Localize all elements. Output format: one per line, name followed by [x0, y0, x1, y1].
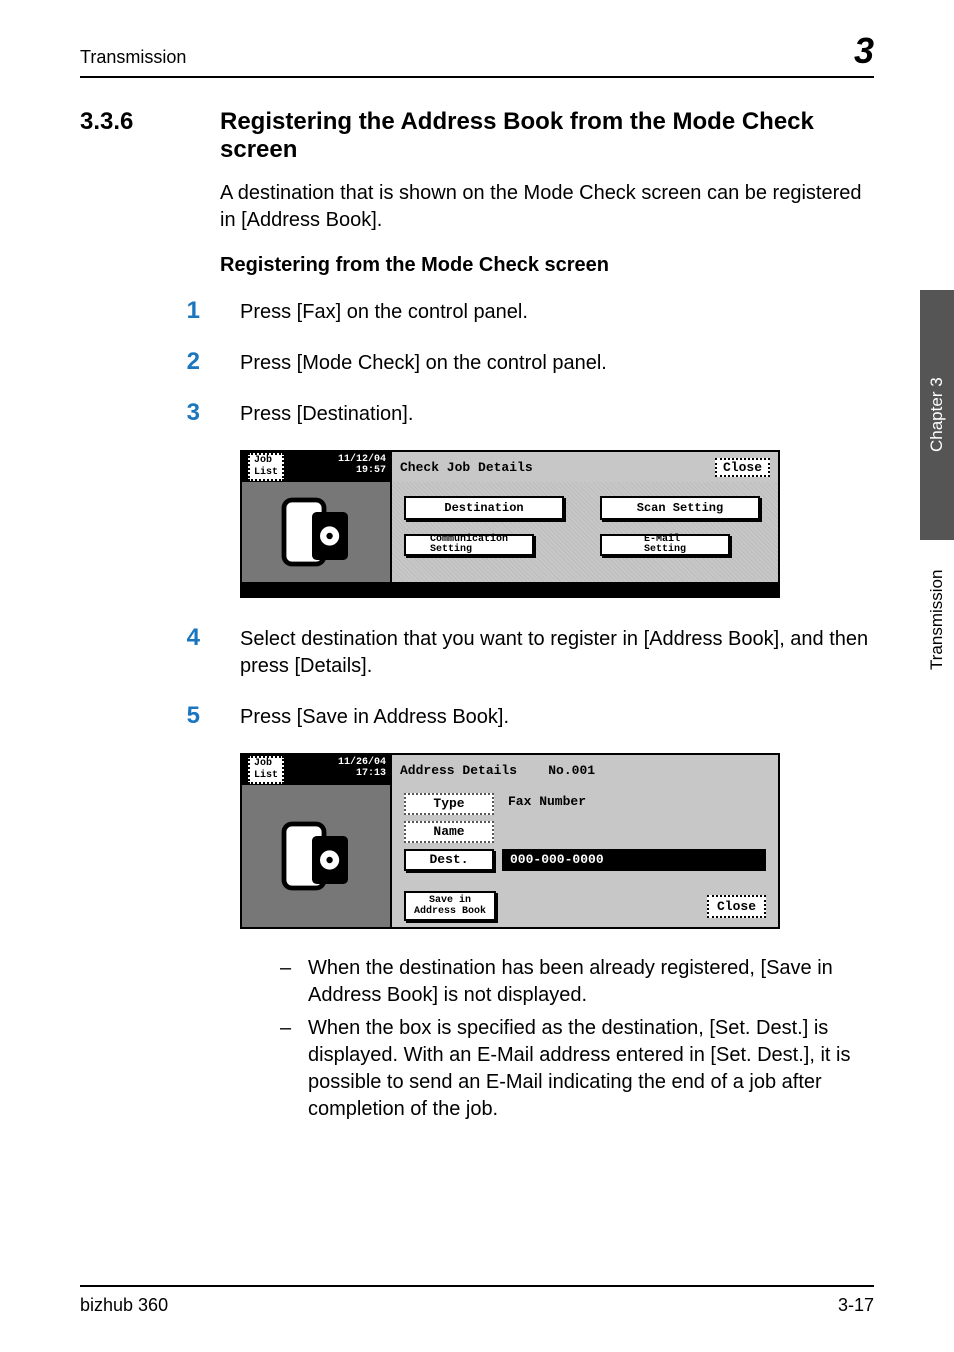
lcd-icon-area	[242, 482, 392, 582]
footer-model: bizhub 360	[80, 1295, 168, 1316]
side-tab-chapter: Chapter 3	[920, 290, 954, 540]
name-value	[502, 821, 766, 843]
job-list-button[interactable]: Job List 11/26/0417:13	[242, 755, 392, 785]
name-label: Name	[404, 821, 494, 843]
dest-value: 000-000-0000	[502, 849, 766, 871]
timestamp: 11/26/0417:13	[338, 757, 386, 779]
side-tab-section: Transmission	[920, 540, 954, 700]
email-setting-button[interactable]: E-Mail Setting	[600, 534, 730, 556]
lcd-title: Address Details No.001	[400, 763, 595, 778]
step-number: 5	[180, 702, 200, 730]
document-icon	[276, 816, 356, 896]
procedure-subhead: Registering from the Mode Check screen	[220, 254, 874, 277]
type-row: Type Fax Number	[404, 793, 766, 815]
intro-paragraph: A destination that is shown on the Mode …	[220, 180, 874, 234]
step-number: 4	[180, 624, 200, 652]
lcd-figure-2: Job List 11/26/0417:13 Address Details N…	[240, 753, 874, 929]
section-title: Registering the Address Book from the Mo…	[220, 108, 874, 164]
lcd-footer-strip	[242, 582, 778, 596]
section-number: 3.3.6	[80, 108, 190, 164]
dest-row[interactable]: Dest. 000-000-0000	[404, 849, 766, 871]
step-text: Press [Fax] on the control panel.	[240, 299, 874, 326]
name-row: Name	[404, 821, 766, 843]
step-1: 1 Press [Fax] on the control panel.	[180, 297, 874, 326]
step-4: 4 Select destination that you want to reg…	[180, 624, 874, 680]
footer-page-number: 3-17	[838, 1295, 874, 1316]
communication-setting-button[interactable]: Communication Setting	[404, 534, 534, 556]
lcd-icon-area	[242, 785, 392, 927]
type-value: Fax Number	[502, 793, 766, 815]
note-1: When the destination has been already re…	[280, 955, 874, 1009]
step-text: Press [Destination].	[240, 401, 874, 428]
step-number: 1	[180, 297, 200, 325]
chapter-number-icon: 3	[854, 30, 874, 72]
running-header-left: Transmission	[80, 47, 186, 68]
job-list-label: Job List	[248, 756, 284, 784]
section-heading: 3.3.6 Registering the Address Book from …	[80, 108, 874, 164]
page-footer: bizhub 360 3-17	[80, 1285, 874, 1316]
step-5: 5 Press [Save in Address Book].	[180, 702, 874, 731]
scan-setting-button[interactable]: Scan Setting	[600, 496, 760, 520]
step-3: 3 Press [Destination].	[180, 399, 874, 428]
step-number: 2	[180, 348, 200, 376]
save-in-address-book-button[interactable]: Save in Address Book	[404, 891, 496, 921]
lcd-title: Check Job Details	[400, 460, 533, 475]
step-text: Press [Save in Address Book].	[240, 704, 874, 731]
job-list-button[interactable]: Job List 11/12/0419:57	[242, 452, 392, 482]
note-2: When the box is specified as the destina…	[280, 1015, 874, 1123]
step-number: 3	[180, 399, 200, 427]
close-button[interactable]: Close	[715, 458, 770, 477]
destination-button[interactable]: Destination	[404, 496, 564, 520]
notes-list: When the destination has been already re…	[280, 955, 874, 1123]
type-label: Type	[404, 793, 494, 815]
step-text: Press [Mode Check] on the control panel.	[240, 350, 874, 377]
job-list-label: Job List	[248, 453, 284, 481]
step-2: 2 Press [Mode Check] on the control panel…	[180, 348, 874, 377]
step-text: Select destination that you want to regi…	[240, 626, 874, 680]
close-button[interactable]: Close	[707, 895, 766, 918]
dest-label[interactable]: Dest.	[404, 849, 494, 871]
timestamp: 11/12/0419:57	[338, 454, 386, 476]
running-header: Transmission 3	[80, 30, 874, 78]
lcd-figure-1: Job List 11/12/0419:57 Check Job Details…	[240, 450, 874, 598]
document-icon	[276, 492, 356, 572]
